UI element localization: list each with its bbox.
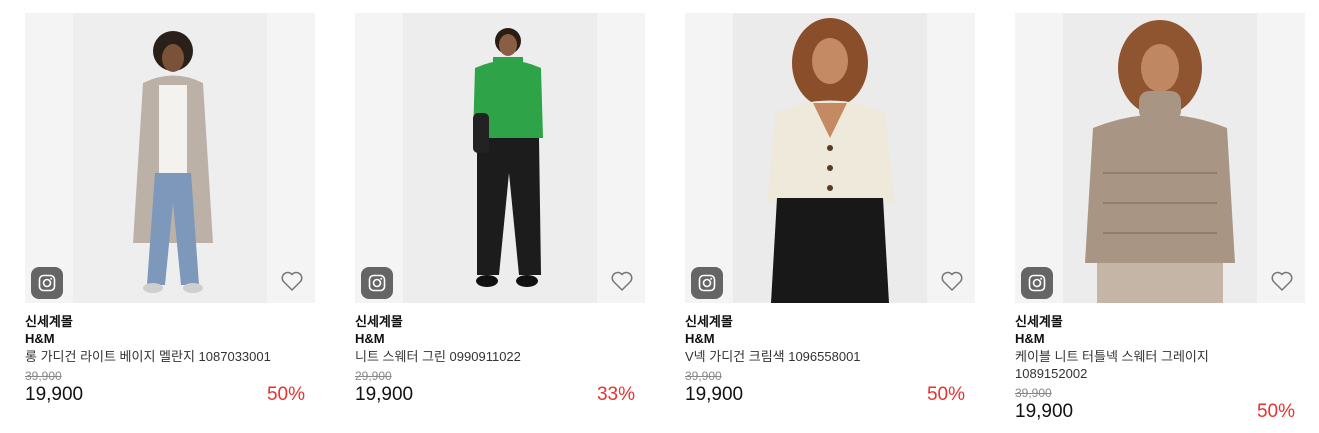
discount-rate: 50% [1256, 401, 1295, 422]
product-photo [1063, 13, 1257, 303]
shop-name: 신세계몰 [685, 314, 733, 329]
instagram-icon [368, 274, 386, 292]
wishlist-button[interactable] [939, 269, 965, 293]
heart-outline-icon [941, 271, 963, 291]
product-info: 신세계몰 H&M 케이블 니트 터틀넥 스웨터 그레이지 1089152002 … [1015, 303, 1305, 423]
price-row: 19,900 33% [355, 384, 645, 406]
product-card[interactable]: 신세계몰 H&M V넥 가디건 크림색 1096558001 39,900 19… [685, 13, 975, 406]
price-row: 19,900 50% [1015, 401, 1305, 423]
product-name[interactable]: 롱 가디건 라이트 베이지 멜란지 1087033001 [25, 348, 315, 365]
brand-name: H&M [1015, 331, 1045, 346]
original-price: 39,900 [685, 369, 722, 383]
discount-rate: 33% [596, 384, 635, 405]
discount-rate: 50% [266, 384, 305, 405]
wishlist-button[interactable] [1269, 269, 1295, 293]
sale-price: 19,900 [685, 384, 744, 405]
shop-name: 신세계몰 [25, 314, 73, 329]
original-price: 39,900 [25, 369, 62, 383]
product-image[interactable] [685, 13, 975, 303]
product-info: 신세계몰 H&M V넥 가디건 크림색 1096558001 39,900 19… [685, 303, 975, 406]
discount-rate: 50% [926, 384, 965, 405]
sale-price: 19,900 [25, 384, 84, 405]
product-image[interactable] [1015, 13, 1305, 303]
instagram-button[interactable] [1021, 267, 1053, 299]
shop-name: 신세계몰 [1015, 314, 1063, 329]
instagram-button[interactable] [691, 267, 723, 299]
product-name[interactable]: 케이블 니트 터틀넥 스웨터 그레이지 1089152002 [1015, 348, 1225, 382]
product-card[interactable]: 신세계몰 H&M 케이블 니트 터틀넥 스웨터 그레이지 1089152002 … [1015, 13, 1305, 423]
product-grid: 신세계몰 H&M 롱 가디건 라이트 베이지 멜란지 1087033001 39… [0, 0, 1319, 433]
brand-name: H&M [685, 331, 715, 346]
product-name[interactable]: 니트 스웨터 그린 0990911022 [355, 348, 645, 365]
original-price: 29,900 [355, 369, 392, 383]
wishlist-button[interactable] [609, 269, 635, 293]
product-info: 신세계몰 H&M 롱 가디건 라이트 베이지 멜란지 1087033001 39… [25, 303, 315, 406]
product-photo [403, 13, 597, 303]
heart-outline-icon [611, 271, 633, 291]
brand-name: H&M [25, 331, 55, 346]
sale-price: 19,900 [1015, 401, 1074, 422]
instagram-button[interactable] [31, 267, 63, 299]
product-card[interactable]: 신세계몰 H&M 니트 스웨터 그린 0990911022 29,900 19,… [355, 13, 645, 406]
wishlist-button[interactable] [279, 269, 305, 293]
brand-name: H&M [355, 331, 385, 346]
product-photo [733, 13, 927, 303]
product-image[interactable] [355, 13, 645, 303]
product-info: 신세계몰 H&M 니트 스웨터 그린 0990911022 29,900 19,… [355, 303, 645, 406]
sale-price: 19,900 [355, 384, 414, 405]
product-image[interactable] [25, 13, 315, 303]
product-photo [73, 13, 267, 303]
instagram-icon [38, 274, 56, 292]
price-row: 19,900 50% [685, 384, 975, 406]
instagram-icon [1028, 274, 1046, 292]
instagram-icon [698, 274, 716, 292]
original-price: 39,900 [1015, 386, 1052, 400]
heart-outline-icon [1271, 271, 1293, 291]
instagram-button[interactable] [361, 267, 393, 299]
product-name[interactable]: V넥 가디건 크림색 1096558001 [685, 348, 975, 365]
heart-outline-icon [281, 271, 303, 291]
price-row: 19,900 50% [25, 384, 315, 406]
product-card[interactable]: 신세계몰 H&M 롱 가디건 라이트 베이지 멜란지 1087033001 39… [25, 13, 315, 406]
shop-name: 신세계몰 [355, 314, 403, 329]
